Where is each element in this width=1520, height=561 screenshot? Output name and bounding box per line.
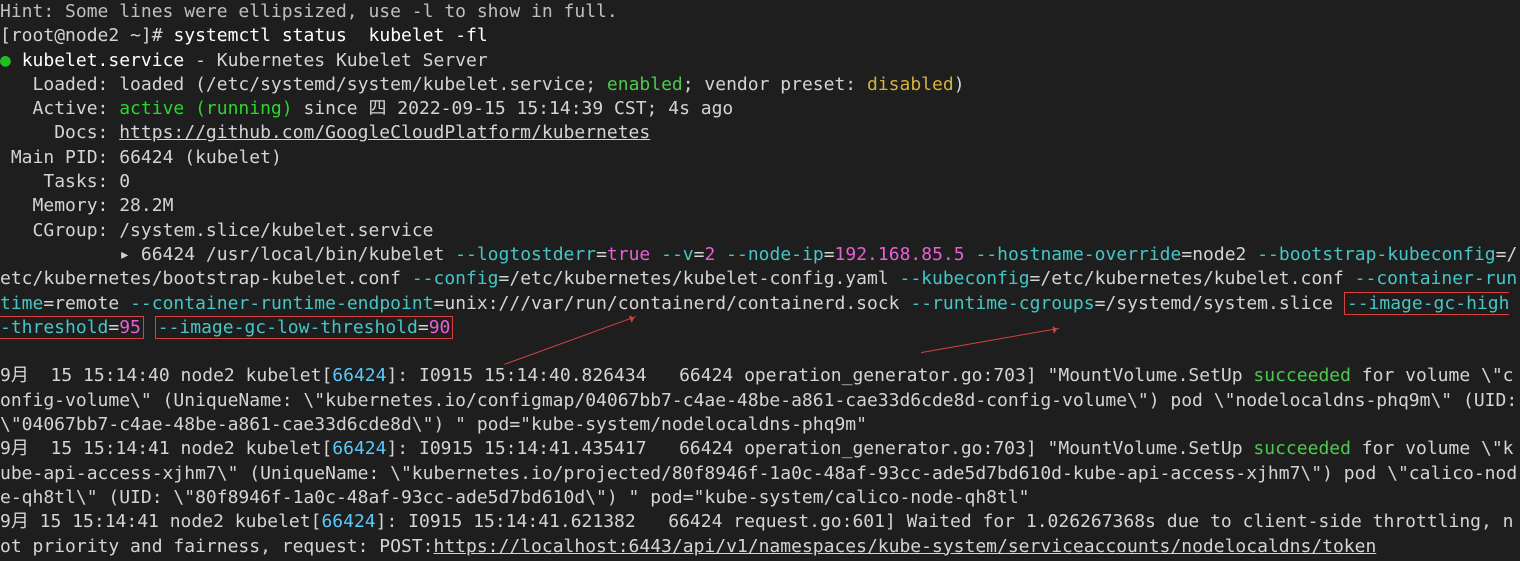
main-pid: 66424 (kubelet) bbox=[119, 147, 282, 168]
status-dot-icon: ● bbox=[0, 50, 11, 71]
hint-line: Hint: Some lines were ellipsized, use -l… bbox=[0, 1, 618, 22]
active-since: since 四 2022-09-15 15:14:39 CST; 4s ago bbox=[293, 98, 734, 119]
prompt-user: root bbox=[11, 25, 54, 46]
process-prefix: ▸ 66424 /usr/local/bin/kubelet bbox=[119, 244, 455, 265]
vendor-preset-label: ; vendor preset: bbox=[683, 74, 867, 95]
command: systemctl status kubelet -fl bbox=[173, 25, 487, 46]
prompt-symbol: # bbox=[152, 25, 163, 46]
loaded-close: ) bbox=[954, 74, 965, 95]
docs-label: Docs: bbox=[54, 122, 108, 143]
val: /systemd/system.slice bbox=[1105, 293, 1333, 314]
vendor-preset-state: disabled bbox=[867, 74, 954, 95]
terminal-output: Hint: Some lines were ellipsized, use -l… bbox=[0, 0, 1520, 559]
cgroup-label: CGroup: bbox=[33, 220, 109, 241]
log-body: ]: I0915 15:14:40.826434 66424 operation… bbox=[386, 365, 1253, 386]
val: unix:///var/run/containerd/containerd.so… bbox=[444, 293, 899, 314]
flag: --container-runtime-endpoint bbox=[130, 293, 433, 314]
enabled-state: enabled bbox=[607, 74, 683, 95]
log-url[interactable]: https://localhost:6443/api/v1/namespaces… bbox=[433, 536, 1376, 557]
docs-url[interactable]: https://github.com/GoogleCloudPlatform/k… bbox=[119, 122, 650, 143]
flag: --runtime-cgroups bbox=[910, 293, 1094, 314]
loaded-value: loaded (/etc/systemd/system/kubelet.serv… bbox=[119, 74, 596, 95]
flag: --image-gc-low-threshold bbox=[158, 317, 418, 338]
val: /etc/kubernetes/kubelet.conf bbox=[1040, 268, 1343, 289]
flag: --node-ip bbox=[726, 244, 824, 265]
tasks: 0 bbox=[119, 171, 130, 192]
prompt-host: node2 bbox=[65, 25, 119, 46]
cgroup: /system.slice/kubelet.service bbox=[119, 220, 433, 241]
val: true bbox=[607, 244, 650, 265]
val: 192.168.85.5 bbox=[835, 244, 965, 265]
prompt-path: ~ bbox=[130, 25, 141, 46]
flag: --v bbox=[661, 244, 694, 265]
log-pid: 66424 bbox=[332, 365, 386, 386]
log-ts: 9月 15 15:14:41 node2 kubelet bbox=[0, 438, 321, 459]
tasks-label: Tasks: bbox=[43, 171, 108, 192]
active-state: active (running) bbox=[119, 98, 292, 119]
memory-label: Memory: bbox=[33, 195, 109, 216]
flag: --config bbox=[412, 268, 499, 289]
log-body: ]: I0915 15:14:41.435417 66424 operation… bbox=[386, 438, 1253, 459]
service-name: kubelet.service bbox=[22, 50, 185, 71]
loaded-label: Loaded: bbox=[33, 74, 109, 95]
highlight-box-gc-low: --image-gc-low-threshold=90 bbox=[155, 316, 454, 339]
flag: --bootstrap-kubeconfig bbox=[1257, 244, 1495, 265]
val: 90 bbox=[429, 317, 451, 338]
val: 2 bbox=[704, 244, 715, 265]
memory: 28.2M bbox=[119, 195, 173, 216]
flag: --logtostderr bbox=[455, 244, 596, 265]
log-status: succeeded bbox=[1253, 365, 1351, 386]
log-status: succeeded bbox=[1253, 438, 1351, 459]
log-pid: 66424 bbox=[321, 511, 375, 532]
log-pid: 66424 bbox=[332, 438, 386, 459]
service-desc: Kubernetes Kubelet Server bbox=[217, 50, 488, 71]
flag: --hostname-override bbox=[975, 244, 1181, 265]
val: /etc/kubernetes/kubelet-config.yaml bbox=[509, 268, 888, 289]
log-ts: 9月 15 15:14:40 node2 kubelet bbox=[0, 365, 321, 386]
flag: --kubeconfig bbox=[900, 268, 1030, 289]
val: node2 bbox=[1192, 244, 1246, 265]
terminal[interactable]: Hint: Some lines were ellipsized, use -l… bbox=[0, 0, 1520, 559]
val: 95 bbox=[119, 317, 141, 338]
active-label: Active: bbox=[33, 98, 109, 119]
val: remote bbox=[54, 293, 119, 314]
log-ts: 9月 15 15:14:41 node2 kubelet bbox=[0, 511, 311, 532]
main-pid-label: Main PID: bbox=[11, 147, 109, 168]
